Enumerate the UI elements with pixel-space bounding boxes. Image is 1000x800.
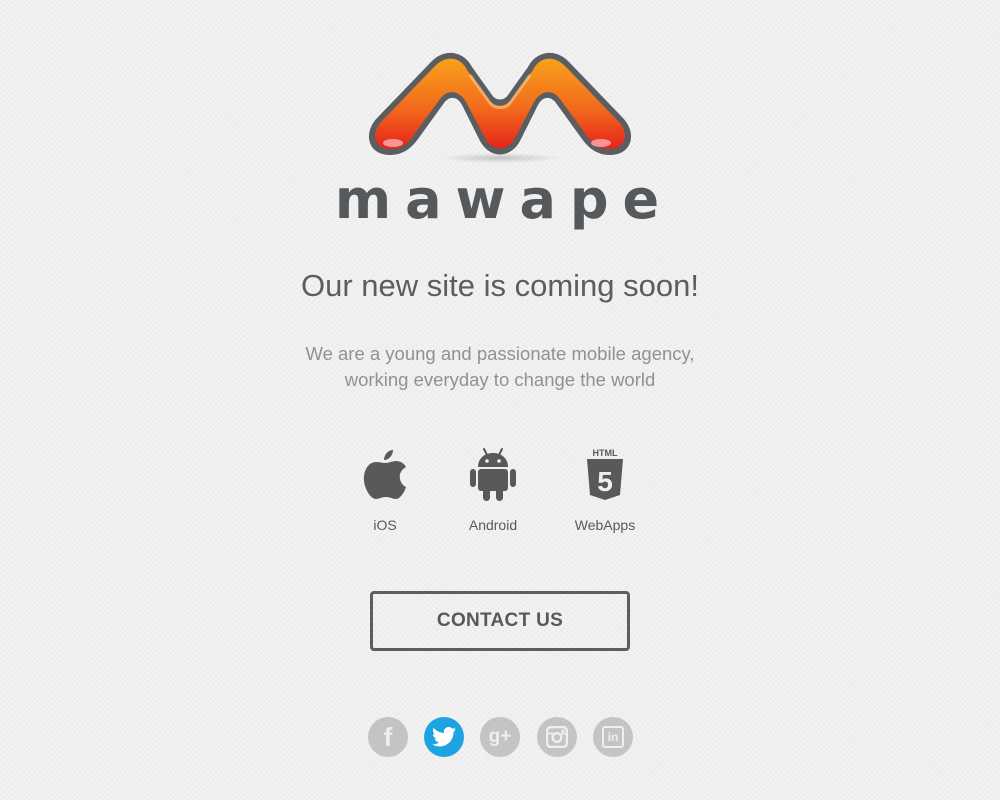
platform-list: iOS Android HTML 5 WebApps	[0, 444, 1000, 544]
facebook-icon: f	[383, 722, 393, 752]
platform-webapps: HTML 5 WebApps	[550, 444, 660, 534]
google-plus-icon: g+	[488, 726, 512, 747]
google-plus-link[interactable]: g+	[480, 717, 520, 757]
apple-icon	[330, 444, 440, 504]
page-headline: Our new site is coming soon!	[300, 268, 699, 303]
linkedin-icon: in	[602, 726, 624, 748]
twitter-link[interactable]	[424, 717, 464, 757]
html5-icon: HTML 5	[550, 444, 660, 504]
linkedin-link[interactable]: in	[593, 717, 633, 757]
brand-wordmark: mawape	[334, 168, 674, 231]
mawape-logo-icon	[368, 52, 632, 163]
linkedin-glyph: in	[607, 730, 619, 744]
html5-badge-text: HTML	[593, 448, 618, 458]
social-links: f g+ in	[0, 717, 1000, 757]
platform-label-webapps: WebApps	[574, 517, 636, 533]
instagram-link[interactable]	[537, 717, 577, 757]
twitter-icon	[432, 727, 456, 747]
platform-ios: iOS	[330, 444, 440, 534]
android-icon	[438, 444, 548, 504]
html5-badge-number: 5	[597, 466, 613, 497]
facebook-link[interactable]: f	[368, 717, 408, 757]
instagram-icon	[546, 726, 568, 748]
tagline-line-1: We are a young and passionate mobile age…	[305, 343, 695, 364]
coming-soon-page: mawape Our new site is coming soon! We a…	[0, 0, 1000, 800]
tagline-line-2: working everyday to change the world	[344, 369, 656, 390]
platform-android: Android	[438, 444, 548, 534]
platform-label-android: Android	[468, 517, 518, 533]
contact-us-button[interactable]: CONTACT US	[370, 591, 630, 651]
platform-label-ios: iOS	[373, 517, 397, 533]
tagline: We are a young and passionate mobile age…	[0, 341, 1000, 393]
